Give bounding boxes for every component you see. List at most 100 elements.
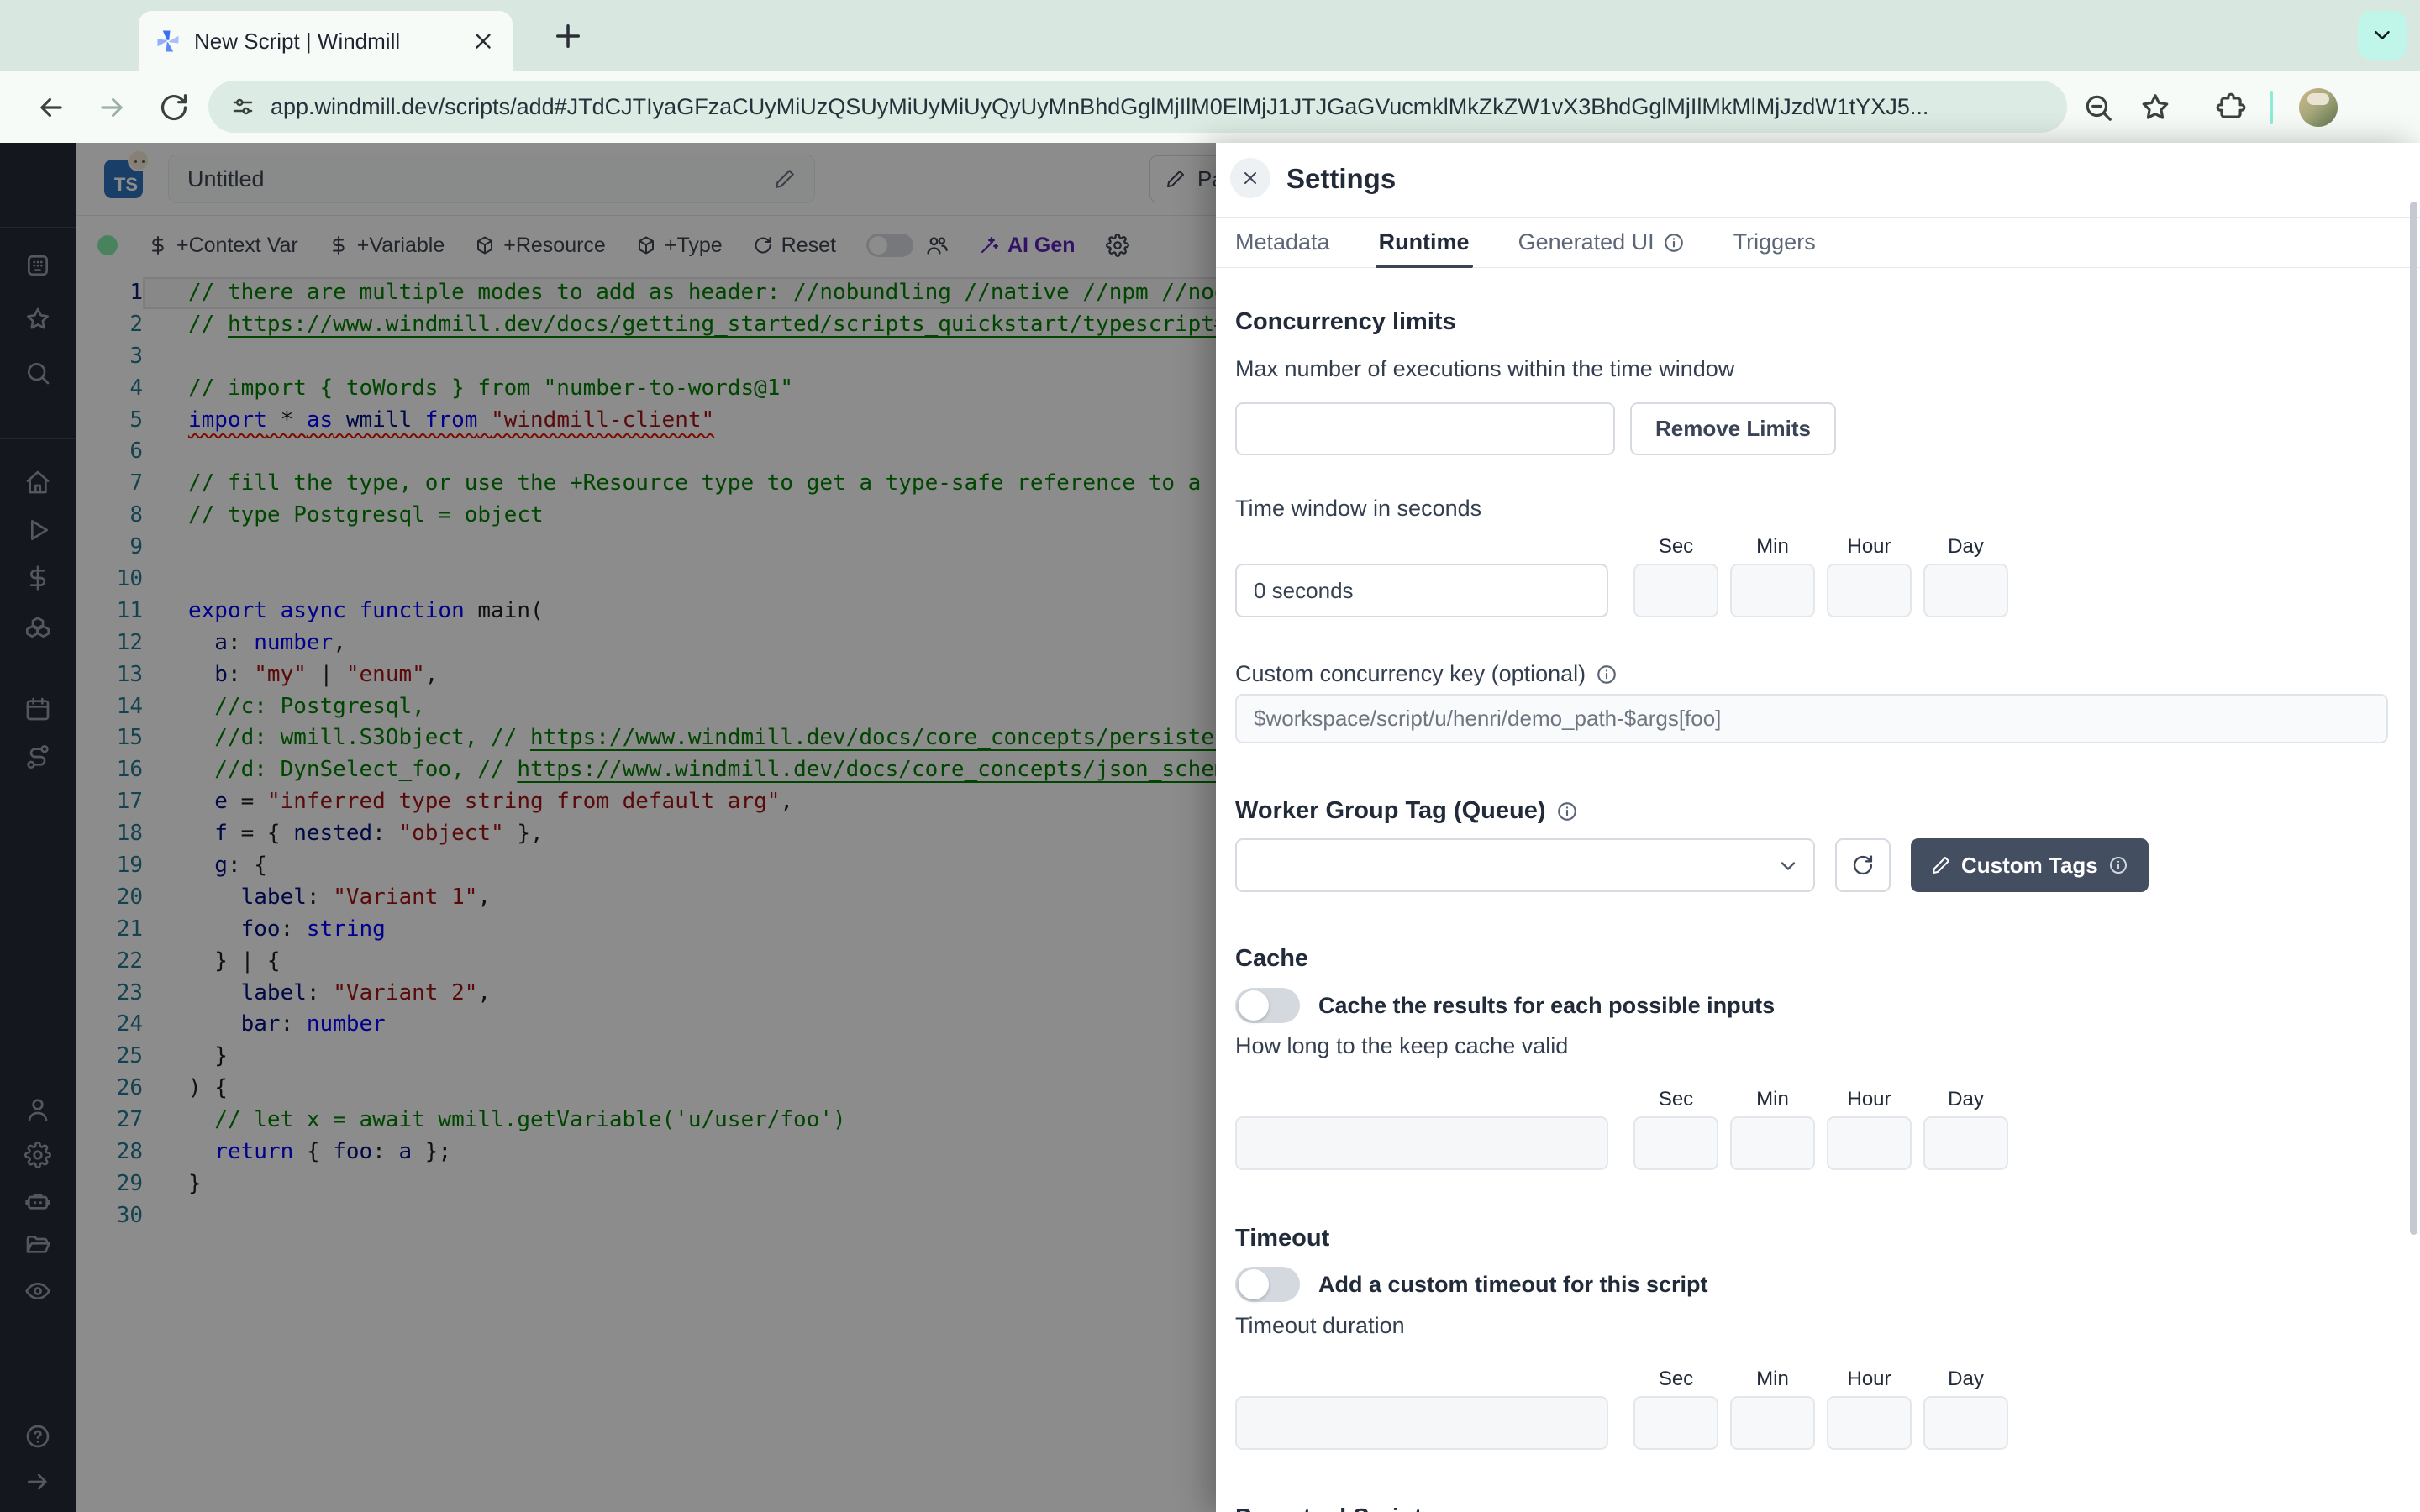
cache-duration-label: How long to the keep cache valid xyxy=(1235,1033,2388,1059)
custom-tags-label: Custom Tags xyxy=(1961,853,2098,879)
forward-button[interactable] xyxy=(96,92,128,123)
timeout-duration-label: Timeout duration xyxy=(1235,1313,2388,1339)
sec-input[interactable] xyxy=(1634,1116,1718,1170)
info-icon xyxy=(2108,855,2128,875)
worker-group-heading: Worker Group Tag (Queue) xyxy=(1235,797,2388,825)
timeout-toggle[interactable] xyxy=(1235,1267,1300,1302)
cache-toggle[interactable] xyxy=(1235,988,1300,1023)
unit-label: Day xyxy=(1948,1088,1984,1111)
remove-limits-button[interactable]: Remove Limits xyxy=(1630,402,1836,455)
unit-label: Day xyxy=(1948,1368,1984,1391)
browser-menu-icon[interactable] xyxy=(2375,92,2407,123)
day-input[interactable] xyxy=(1923,1396,2008,1450)
drawer-header: Settings xyxy=(1216,143,2420,217)
back-button[interactable] xyxy=(35,92,67,123)
tab-metadata[interactable]: Metadata xyxy=(1235,218,1330,267)
settings-tabs: Metadata Runtime Generated UI Triggers xyxy=(1216,217,2420,268)
cache-duration-input[interactable] xyxy=(1235,1116,1608,1170)
profile-avatar[interactable] xyxy=(2299,88,2338,127)
sec-input[interactable] xyxy=(1634,564,1718,617)
timeout-min-field: Min xyxy=(1730,1368,1815,1450)
unit-label: Day xyxy=(1948,535,1984,559)
info-icon[interactable] xyxy=(1663,232,1685,254)
hour-input[interactable] xyxy=(1827,1116,1912,1170)
unit-label: Sec xyxy=(1659,1368,1693,1391)
time-window-input[interactable] xyxy=(1235,564,1608,617)
address-bar[interactable]: app.windmill.dev/scripts/add#JTdCJTIyaGF… xyxy=(208,81,2067,133)
refresh-tags-button[interactable] xyxy=(1835,838,1891,892)
info-icon[interactable] xyxy=(1596,664,1618,685)
toolbar-separator xyxy=(2270,91,2273,124)
tab-generated-ui[interactable]: Generated UI xyxy=(1518,218,1685,267)
timeout-sec-field: Sec xyxy=(1634,1368,1718,1450)
reload-button[interactable] xyxy=(158,92,190,123)
hour-input[interactable] xyxy=(1827,564,1912,617)
timeout-duration-input[interactable] xyxy=(1235,1396,1608,1450)
unit-label: Hour xyxy=(1847,1088,1891,1111)
tab-label: Triggers xyxy=(1733,229,1816,255)
close-settings-button[interactable] xyxy=(1230,158,1270,198)
bookmark-star-icon[interactable] xyxy=(2139,92,2171,123)
min-input[interactable] xyxy=(1730,1396,1815,1450)
runtime-tab-panel: Concurrency limits Max number of executi… xyxy=(1235,267,2388,1512)
concurrency-key-input[interactable] xyxy=(1235,694,2388,743)
day-input[interactable] xyxy=(1923,1116,2008,1170)
cache-sec-field: Sec xyxy=(1634,1088,1718,1170)
window-day-field: Day xyxy=(1923,535,2008,617)
custom-tags-button[interactable]: Custom Tags xyxy=(1911,838,2149,892)
unit-label: Hour xyxy=(1847,535,1891,559)
sec-input[interactable] xyxy=(1634,1396,1718,1450)
pencil-icon xyxy=(1931,855,1951,875)
unit-label: Min xyxy=(1756,1368,1789,1391)
day-input[interactable] xyxy=(1923,564,2008,617)
new-tab-button[interactable] xyxy=(550,18,586,54)
tab-label: Generated UI xyxy=(1518,229,1655,255)
windmill-app: TS Untitled Pa +Context Var+Variable+Res… xyxy=(0,143,2420,1512)
unit-label: Min xyxy=(1756,1088,1789,1111)
drawer-scrollbar[interactable] xyxy=(2410,202,2417,1235)
zoom-out-icon[interactable] xyxy=(2082,92,2114,123)
browser-tab[interactable]: New Script | Windmill xyxy=(139,11,513,71)
tab-runtime[interactable]: Runtime xyxy=(1379,218,1470,267)
unit-label: Hour xyxy=(1847,1368,1891,1391)
timeout-heading: Timeout xyxy=(1235,1225,2388,1252)
site-settings-icon[interactable] xyxy=(230,94,255,119)
tab-search-button[interactable] xyxy=(2358,11,2407,60)
browser-window: New Script | Windmill app.windmill.dev/s… xyxy=(0,0,2420,1512)
chevron-down-icon xyxy=(1776,854,1800,878)
concurrency-heading: Concurrency limits xyxy=(1235,308,2388,336)
cache-hour-field: Hour xyxy=(1827,1088,1912,1170)
refresh-icon xyxy=(1851,853,1875,877)
info-icon[interactable] xyxy=(1556,801,1578,822)
unit-label: Sec xyxy=(1659,1088,1693,1111)
tab-close-icon[interactable] xyxy=(471,29,496,54)
tab-label: Runtime xyxy=(1379,229,1470,255)
extensions-icon[interactable] xyxy=(2215,92,2247,123)
drawer-backdrop[interactable] xyxy=(0,143,1216,1512)
chevron-down-icon xyxy=(2370,23,2395,48)
windmill-favicon xyxy=(155,29,181,54)
unit-label: Min xyxy=(1756,535,1789,559)
max-executions-input[interactable] xyxy=(1235,402,1615,455)
drawer-title: Settings xyxy=(1286,163,1396,195)
tab-strip: New Script | Windmill xyxy=(0,0,2420,71)
settings-drawer: Settings Metadata Runtime Generated UI Trig… xyxy=(1216,143,2420,1512)
perpetual-heading: Perpetual Script xyxy=(1235,1504,2388,1512)
max-executions-label: Max number of executions within the time… xyxy=(1235,356,2388,382)
timeout-day-field: Day xyxy=(1923,1368,2008,1450)
min-input[interactable] xyxy=(1730,1116,1815,1170)
window-min-field: Min xyxy=(1730,535,1815,617)
cache-toggle-label: Cache the results for each possible inpu… xyxy=(1318,993,1775,1019)
worker-group-select[interactable] xyxy=(1235,838,1815,892)
hour-input[interactable] xyxy=(1827,1396,1912,1450)
tab-label: Metadata xyxy=(1235,229,1330,255)
browser-toolbar: app.windmill.dev/scripts/add#JTdCJTIyaGF… xyxy=(0,71,2420,143)
tab-triggers[interactable]: Triggers xyxy=(1733,218,1816,267)
url-text: app.windmill.dev/scripts/add#JTdCJTIyaGF… xyxy=(271,94,1928,120)
min-input[interactable] xyxy=(1730,564,1815,617)
window-hour-field: Hour xyxy=(1827,535,1912,617)
tab-title: New Script | Windmill xyxy=(194,29,471,55)
cache-heading: Cache xyxy=(1235,945,2388,973)
timeout-hour-field: Hour xyxy=(1827,1368,1912,1450)
close-icon xyxy=(1240,168,1260,188)
